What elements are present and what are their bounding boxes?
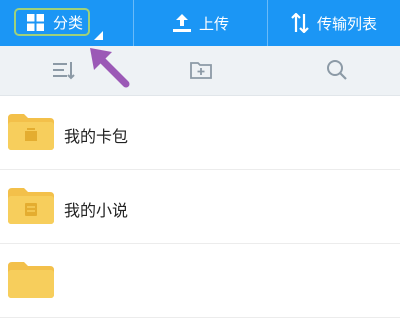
folder-icon [8, 188, 54, 224]
upload-icon [172, 14, 191, 32]
folder-icon [8, 262, 54, 298]
new-folder-icon[interactable] [189, 58, 213, 82]
search-icon[interactable] [325, 58, 349, 82]
list-item[interactable]: 我的卡包 [0, 96, 400, 170]
dropdown-corner-icon [94, 31, 103, 40]
tab-upload-label: 上传 [198, 14, 229, 33]
list-item[interactable] [0, 244, 400, 318]
tab-transfer-list[interactable]: 传输列表 [268, 0, 400, 46]
file-name: 我的小说 [64, 201, 129, 220]
tab-upload[interactable]: 上传 [134, 0, 267, 46]
tab-transfer-label: 传输列表 [316, 14, 377, 33]
pointer-arrow-icon [90, 48, 130, 88]
sort-icon[interactable] [52, 58, 76, 82]
folder-icon [8, 114, 54, 150]
top-bar: 分类 上传 传输列表 [0, 0, 400, 46]
grid-icon [27, 14, 44, 31]
list-item[interactable]: 我的小说 [0, 170, 400, 244]
tab-category[interactable]: 分类 [0, 0, 133, 46]
file-list: 我的卡包 我的小说 [0, 96, 400, 318]
toolbar [0, 46, 400, 96]
file-name: 我的卡包 [64, 127, 129, 146]
transfer-icon [291, 13, 309, 33]
tab-category-label: 分类 [53, 14, 84, 32]
